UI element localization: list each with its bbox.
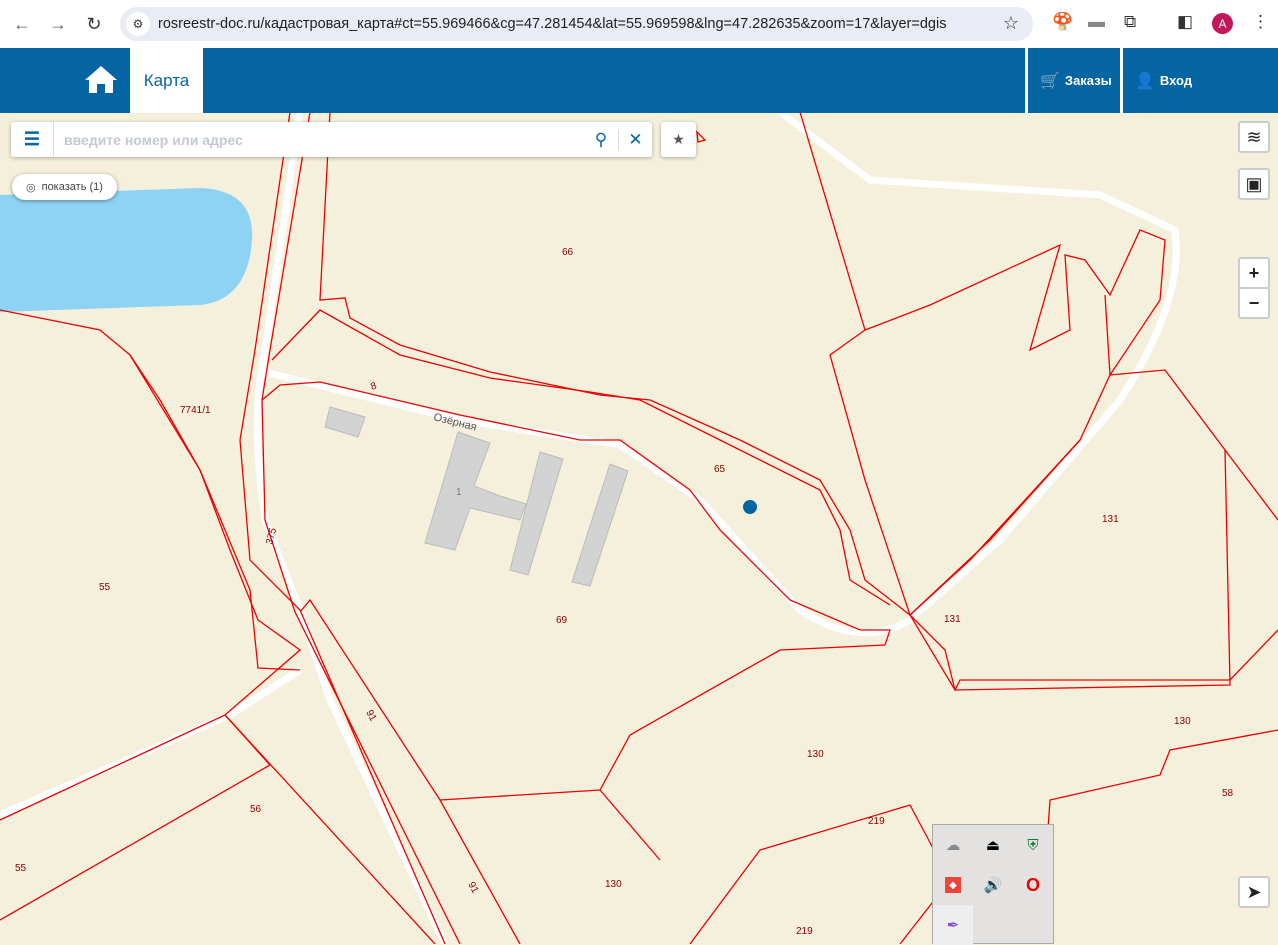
building-label: 1 xyxy=(456,487,462,498)
eye-icon: ◎ xyxy=(26,181,36,194)
site-settings-icon[interactable]: ⚙ xyxy=(126,12,150,36)
lake xyxy=(0,188,253,312)
reload-icon[interactable]: ↻ xyxy=(82,12,106,36)
usb-eject-icon[interactable]: ⏏ xyxy=(973,825,1013,865)
url-text[interactable]: rosreestr-doc.ru/кадастровая_карта#ct=55… xyxy=(158,16,946,32)
parcel-label: 130 xyxy=(605,879,622,890)
show-button[interactable]: ◎ показать (1) xyxy=(12,174,117,200)
bookmark-star-icon[interactable]: ☆ xyxy=(1003,13,1019,34)
user-icon: 👤 xyxy=(1135,72,1155,90)
extension-icon[interactable]: ▬ xyxy=(1088,12,1105,32)
anydesk-icon[interactable]: ◆ xyxy=(933,865,973,905)
layers-button[interactable]: ≋ xyxy=(1238,121,1270,153)
zoom-in-button[interactable]: + xyxy=(1238,257,1270,289)
clear-icon[interactable]: ✕ xyxy=(618,129,652,150)
search-bar: ☰ ⚲ ✕ xyxy=(11,122,652,157)
forward-icon[interactable]: → xyxy=(46,12,70,36)
feather-icon[interactable]: ✒ xyxy=(933,905,973,945)
site-header: Карта 🛒 Заказы 👤 Вход xyxy=(0,48,1278,113)
cart-icon: 🛒 xyxy=(1040,72,1060,90)
extension-icon[interactable]: 🍄 xyxy=(1052,12,1073,32)
parcel-label: 58 xyxy=(1222,788,1234,799)
parcel-label: 55 xyxy=(15,863,27,874)
system-tray-overflow: ☁ ⏏ ⛨ ◆ 🔊 O ✒ xyxy=(932,824,1054,945)
side-panel-icon[interactable]: ◧ xyxy=(1177,12,1193,32)
parcel-label: 69 xyxy=(556,615,568,626)
extensions-puzzle-icon[interactable]: ⧉ xyxy=(1124,12,1136,32)
parcel-label: 65 xyxy=(714,464,726,475)
home-icon[interactable] xyxy=(84,64,118,94)
parcel-label: 56 xyxy=(250,804,262,815)
zoom-out-button[interactable]: − xyxy=(1238,287,1270,319)
parcel-label: 66 xyxy=(562,247,574,258)
parcel-label: 55 xyxy=(99,582,111,593)
geolocate-button[interactable]: ➤ xyxy=(1238,876,1270,908)
back-icon[interactable]: ← xyxy=(10,12,34,36)
parcel-label: 7741/1 xyxy=(180,405,211,416)
search-icon[interactable]: ⚲ xyxy=(584,130,618,150)
parcel-label: 131 xyxy=(1102,514,1119,525)
location-marker xyxy=(743,500,757,514)
tab-map[interactable]: Карта xyxy=(130,48,203,113)
show-label: показать (1) xyxy=(41,181,103,193)
ruler-button[interactable]: ▣ xyxy=(1238,168,1270,200)
orders-button[interactable]: 🛒 Заказы xyxy=(1025,48,1130,113)
parcel-label: 131 xyxy=(944,614,961,625)
volume-icon[interactable]: 🔊 xyxy=(973,865,1013,905)
address-bar[interactable]: ⚙ rosreestr-doc.ru/кадастровая_карта#ct=… xyxy=(120,7,1033,41)
security-shield-icon[interactable]: ⛨ xyxy=(1013,825,1053,865)
favorites-star-button[interactable]: ★ xyxy=(661,122,696,157)
menu-dots-icon[interactable]: ⋮ xyxy=(1252,12,1269,32)
parcel-label: 219 xyxy=(796,926,813,937)
parcel-label: 130 xyxy=(1174,716,1191,727)
profile-avatar[interactable]: A xyxy=(1212,13,1233,34)
menu-icon[interactable]: ☰ xyxy=(11,122,54,157)
parcel-label: 219 xyxy=(868,816,885,827)
parcel-label: 130 xyxy=(807,749,824,760)
browser-toolbar: ← → ↻ ⚙ rosreestr-doc.ru/кадастровая_кар… xyxy=(0,0,1278,48)
opera-icon[interactable]: O xyxy=(1013,865,1053,905)
login-button[interactable]: 👤 Вход xyxy=(1120,48,1278,113)
login-label: Вход xyxy=(1159,73,1193,88)
onedrive-error-icon[interactable]: ☁ xyxy=(933,825,973,865)
orders-label: Заказы xyxy=(1064,73,1112,88)
search-input[interactable] xyxy=(64,131,584,148)
